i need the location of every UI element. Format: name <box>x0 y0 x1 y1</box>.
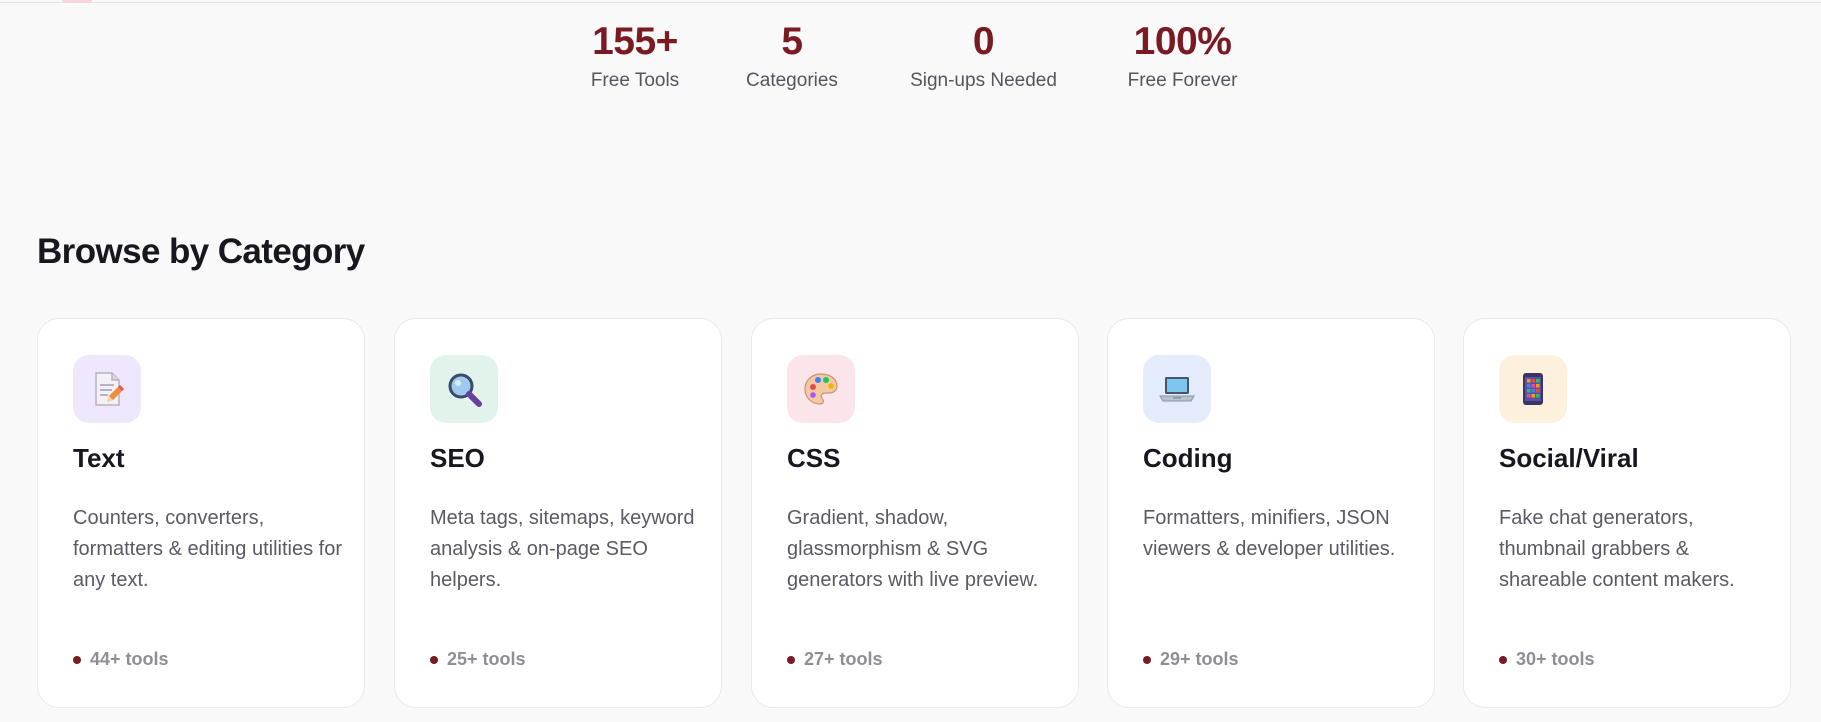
category-description: Meta tags, sitemaps, keyword analysis & … <box>430 507 695 591</box>
stat-label: Categories <box>746 70 838 91</box>
bullet-dot <box>1143 655 1151 664</box>
stats-bar: 155+ Free Tools 5 Categories 0 Sign-ups … <box>0 18 1821 108</box>
tool-count-label: 27+ tools <box>804 649 883 669</box>
category-card-coding[interactable]: Coding Formatters, minifiers, JSON viewe… <box>1107 318 1435 708</box>
stat-categories: 5 Categories <box>735 18 849 94</box>
category-icon-tile <box>73 355 141 423</box>
mobile-phone-icon <box>1523 373 1543 405</box>
magnifier-icon <box>448 373 482 407</box>
section-title: Browse by Category <box>37 232 365 271</box>
category-title: Coding <box>1143 443 1233 473</box>
tool-count-label: 25+ tools <box>447 649 526 669</box>
stat-value: 5 <box>781 20 803 63</box>
category-title: CSS <box>787 443 841 473</box>
stat-label: Free Tools <box>590 70 680 91</box>
tool-count-label: 44+ tools <box>90 649 169 669</box>
category-description: Formatters, minifiers, JSON viewers & de… <box>1143 507 1396 560</box>
stat-free-tools: 155+ Free Tools <box>585 18 685 94</box>
stat-free-forever: 100% Free Forever <box>1115 18 1250 94</box>
top-divider <box>0 2 1821 3</box>
category-title: Social/Viral <box>1499 443 1639 473</box>
bullet-dot <box>73 655 81 664</box>
category-card-css[interactable]: CSS Gradient, shadow, glassmorphism & SV… <box>751 318 1079 708</box>
bullet-dot <box>1499 655 1507 664</box>
category-tool-count: 27+ tools <box>787 649 883 670</box>
bullet-dot <box>787 655 795 664</box>
text-document-icon <box>95 372 124 406</box>
stat-label: Free Forever <box>1127 70 1238 91</box>
top-accent-decoration <box>62 0 92 3</box>
stat-label: Sign-ups Needed <box>910 70 1057 91</box>
category-description: Gradient, shadow, glassmorphism & SVG ge… <box>787 507 1039 591</box>
category-icon-tile <box>430 355 498 423</box>
category-description: Counters, converters, formatters & editi… <box>73 507 342 591</box>
category-card-seo[interactable]: SEO Meta tags, sitemaps, keyword analysi… <box>394 318 722 708</box>
category-card-text[interactable]: Text Counters, converters, formatters & … <box>37 318 365 708</box>
category-tool-count: 29+ tools <box>1143 649 1239 670</box>
category-card-social-viral[interactable]: Social/Viral Fake chat generators, thumb… <box>1463 318 1791 708</box>
stat-value: 155+ <box>592 20 678 63</box>
laptop-icon <box>1159 377 1195 402</box>
category-icon-tile <box>787 355 855 423</box>
tool-count-label: 30+ tools <box>1516 649 1595 669</box>
category-icon-tile <box>1143 355 1211 423</box>
stat-signups: 0 Sign-ups Needed <box>896 18 1071 94</box>
category-tool-count: 25+ tools <box>430 649 526 670</box>
stat-value: 0 <box>972 20 995 63</box>
stat-value: 100% <box>1133 20 1232 63</box>
palette-icon <box>804 373 838 405</box>
category-title: SEO <box>430 443 485 473</box>
category-title: Text <box>73 443 125 473</box>
category-description: Fake chat generators, thumbnail grabbers… <box>1499 507 1735 591</box>
tool-count-label: 29+ tools <box>1160 649 1239 669</box>
category-icon-tile <box>1499 355 1567 423</box>
bullet-dot <box>430 655 438 664</box>
category-tool-count: 44+ tools <box>73 649 169 670</box>
category-tool-count: 30+ tools <box>1499 649 1595 670</box>
